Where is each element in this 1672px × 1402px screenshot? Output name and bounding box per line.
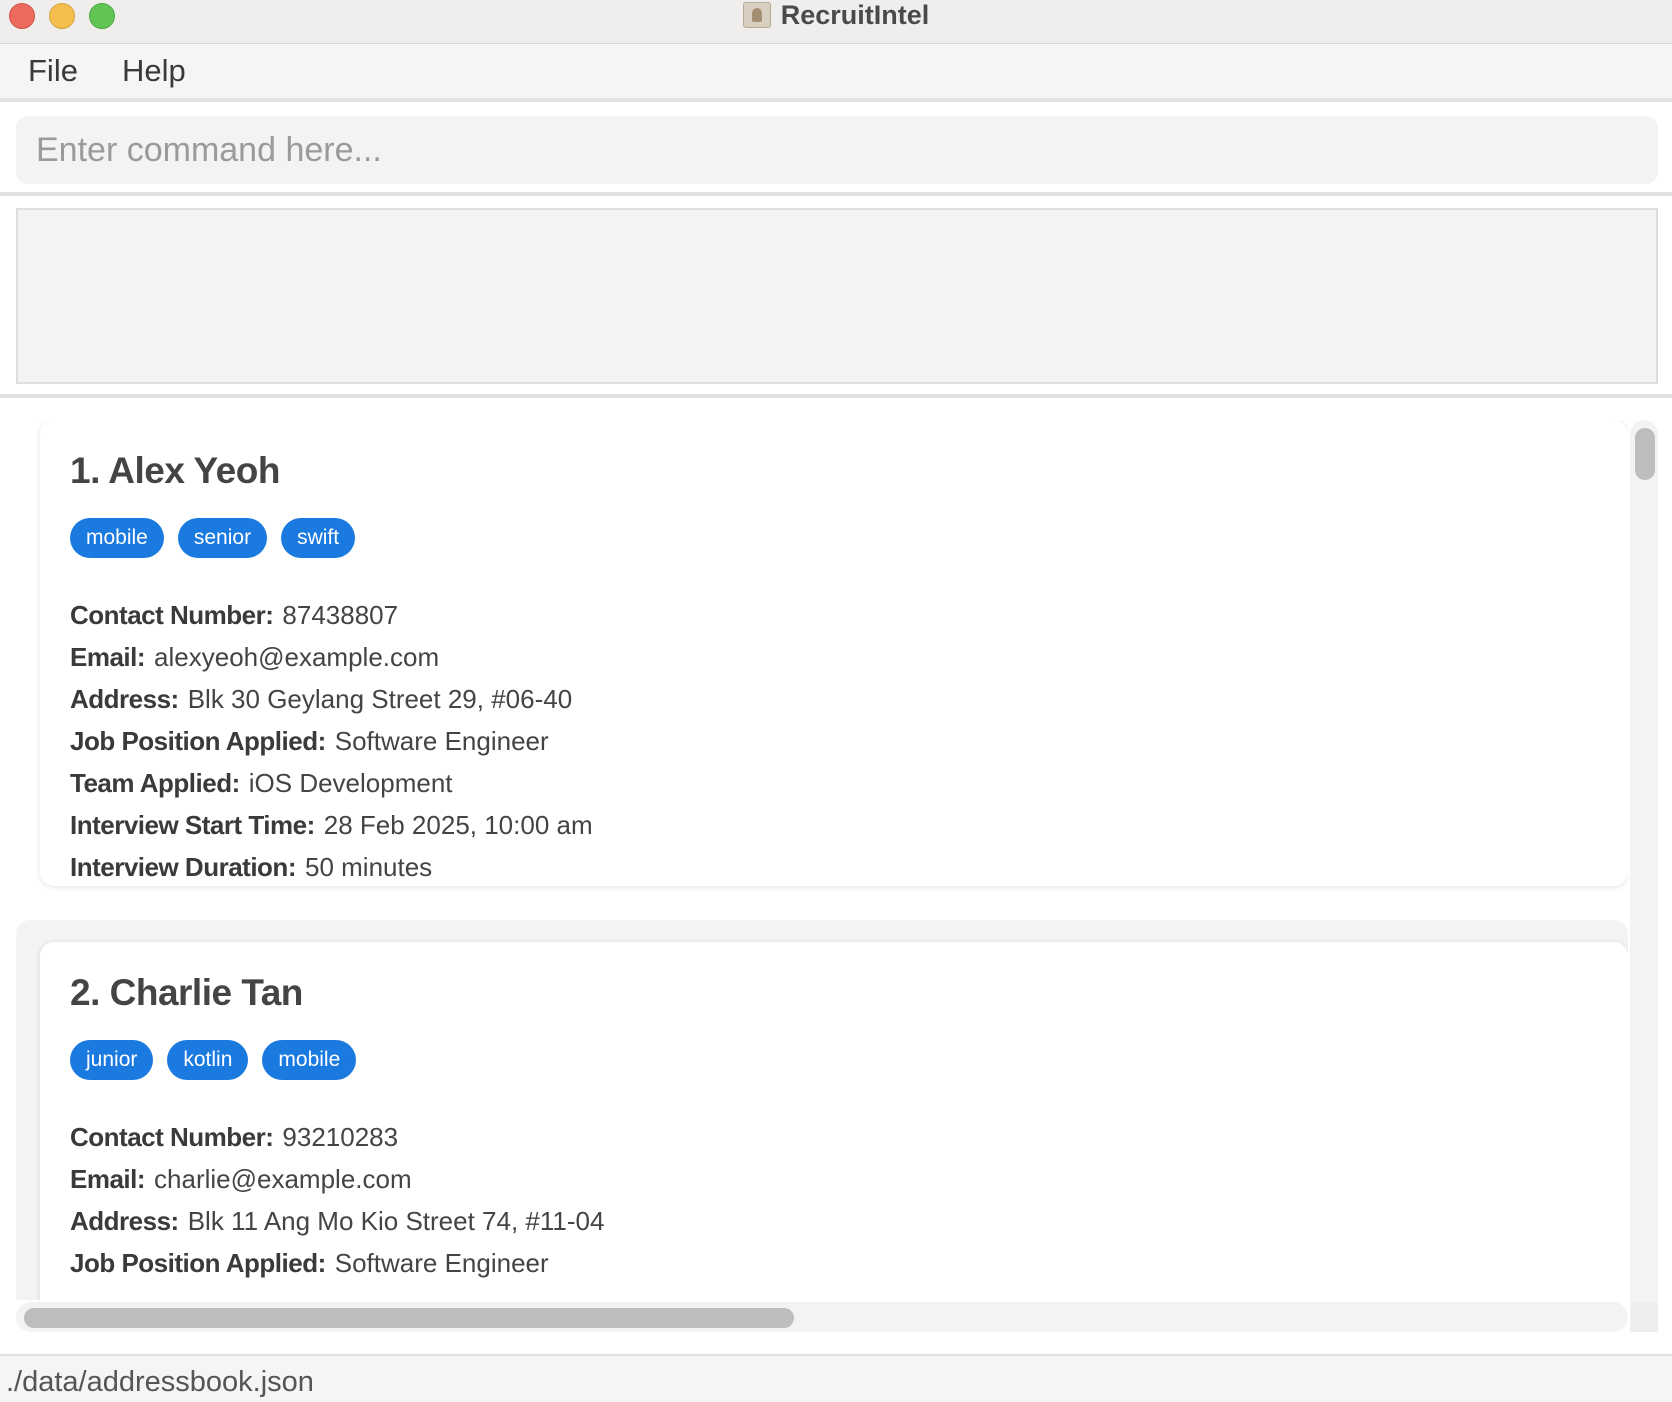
field-value: alexyeoh@example.com bbox=[154, 642, 440, 672]
field-value: Blk 30 Geylang Street 29, #06-40 bbox=[187, 684, 573, 714]
command-box-section bbox=[0, 106, 1672, 196]
field-value: Blk 11 Ang Mo Kio Street 74, #11-04 bbox=[187, 1206, 605, 1236]
person-details: Contact Number: 87438807 Email: alexyeoh@e… bbox=[70, 594, 1598, 888]
email-row: Email: charlie@example.com bbox=[70, 1158, 1598, 1200]
status-bar: ./data/addressbook.json bbox=[0, 1354, 1672, 1402]
address-row: Address: Blk 11 Ang Mo Kio Street 74, #11… bbox=[70, 1200, 1598, 1242]
person-details: Contact Number: 93210283 Email: charlie@ex… bbox=[70, 1116, 1598, 1284]
tag: senior bbox=[177, 518, 268, 558]
field-value: 87438807 bbox=[282, 600, 399, 630]
field-label: Email: bbox=[70, 1164, 146, 1194]
person-name: 1. Alex Yeoh bbox=[70, 450, 280, 491]
window-title: RecruitIntel bbox=[780, 0, 930, 30]
field-label: Address: bbox=[70, 684, 179, 714]
field-label: Contact Number: bbox=[70, 600, 274, 630]
field-value: Software Engineer bbox=[334, 1248, 549, 1278]
person-list[interactable]: 1. Alex Yeoh mobile senior swift Contact… bbox=[16, 420, 1628, 1300]
field-label: Job Position Applied: bbox=[70, 1248, 326, 1278]
field-label: Job Position Applied: bbox=[70, 726, 326, 756]
interview-start-row: Interview Start Time: 28 Feb 2025, 10:00 … bbox=[70, 804, 1598, 846]
data-file-path: ./data/addressbook.json bbox=[6, 1366, 314, 1398]
person-card[interactable]: 2. Charlie Tan junior kotlin mobile Cont… bbox=[40, 942, 1628, 1300]
contact-number-row: Contact Number: 93210283 bbox=[70, 1116, 1598, 1158]
field-label: Interview Start Time: bbox=[70, 810, 315, 840]
job-position-row: Job Position Applied: Software Engineer bbox=[70, 1242, 1598, 1284]
email-row: Email: alexyeoh@example.com bbox=[70, 636, 1598, 678]
field-value: 50 minutes bbox=[304, 852, 433, 882]
field-label: Contact Number: bbox=[70, 1122, 274, 1152]
field-value: iOS Development bbox=[248, 768, 453, 798]
field-value: 93210283 bbox=[282, 1122, 399, 1152]
tag: junior bbox=[70, 1040, 154, 1080]
result-display-section bbox=[0, 200, 1672, 398]
scrollbar-corner bbox=[1630, 1302, 1658, 1332]
tag: mobile bbox=[262, 1040, 357, 1080]
menu-bar: File Help bbox=[0, 44, 1672, 102]
tag-list: mobile senior swift bbox=[70, 518, 1598, 558]
field-value: Software Engineer bbox=[334, 726, 549, 756]
app-icon bbox=[742, 2, 771, 28]
field-value: 28 Feb 2025, 10:00 am bbox=[323, 810, 593, 840]
title-wrap: RecruitIntel bbox=[0, 0, 1672, 30]
field-label: Interview Duration: bbox=[70, 852, 296, 882]
command-input[interactable] bbox=[16, 116, 1658, 184]
tag: swift bbox=[281, 518, 356, 558]
team-applied-row: Team Applied: iOS Development bbox=[70, 762, 1598, 804]
vertical-scrollbar-thumb[interactable] bbox=[1635, 428, 1655, 480]
tag: mobile bbox=[70, 518, 164, 558]
result-display bbox=[16, 208, 1658, 384]
tag: kotlin bbox=[167, 1040, 249, 1080]
menu-file[interactable]: File bbox=[28, 53, 78, 89]
list-item[interactable]: 2. Charlie Tan junior kotlin mobile Cont… bbox=[16, 920, 1628, 1300]
field-label: Team Applied: bbox=[70, 768, 240, 798]
address-row: Address: Blk 30 Geylang Street 29, #06-40 bbox=[70, 678, 1598, 720]
horizontal-scrollbar-thumb[interactable] bbox=[24, 1308, 794, 1328]
window-title-bar: RecruitIntel bbox=[0, 0, 1672, 44]
job-position-row: Job Position Applied: Software Engineer bbox=[70, 720, 1598, 762]
person-name: 2. Charlie Tan bbox=[70, 972, 303, 1013]
vertical-scrollbar[interactable] bbox=[1630, 420, 1658, 1332]
person-card[interactable]: 1. Alex Yeoh mobile senior swift Contact… bbox=[40, 420, 1628, 886]
field-label: Address: bbox=[70, 1206, 179, 1236]
field-label: Email: bbox=[70, 642, 146, 672]
list-item[interactable]: 1. Alex Yeoh mobile senior swift Contact… bbox=[16, 420, 1628, 886]
interview-duration-row: Interview Duration: 50 minutes bbox=[70, 846, 1598, 888]
tag-list: junior kotlin mobile bbox=[70, 1040, 1598, 1080]
menu-help[interactable]: Help bbox=[122, 53, 186, 89]
person-list-panel: 1. Alex Yeoh mobile senior swift Contact… bbox=[0, 402, 1672, 1354]
field-value: charlie@example.com bbox=[154, 1164, 412, 1194]
contact-number-row: Contact Number: 87438807 bbox=[70, 594, 1598, 636]
